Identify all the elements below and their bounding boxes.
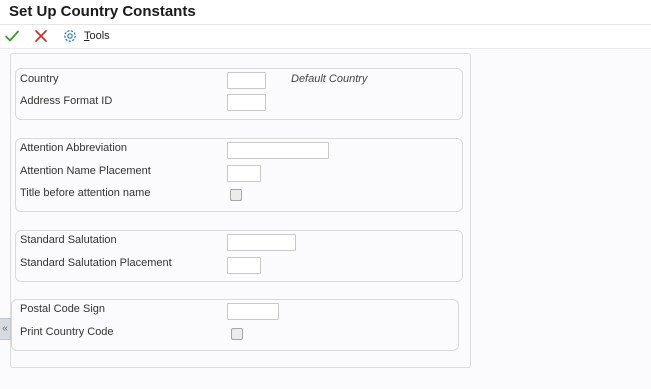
standard-salutation-placement-label: Standard Salutation Placement: [20, 257, 172, 269]
address-format-label: Address Format ID: [20, 95, 113, 107]
country-group: Country Default Country Address Format I…: [15, 68, 463, 120]
salutation-group: Standard Salutation Standard Salutation …: [15, 230, 463, 282]
postal-group: Postal Code Sign Print Country Code: [11, 299, 459, 351]
tools-button[interactable]: [62, 28, 78, 46]
country-label: Country: [20, 73, 59, 85]
attention-name-placement-label: Attention Name Placement: [20, 165, 151, 177]
page-title: Set Up Country Constants: [9, 3, 196, 20]
title-before-attention-label: Title before attention name: [20, 187, 151, 199]
default-country-note: Default Country: [291, 73, 368, 85]
sidebar-toggle[interactable]: «: [0, 318, 11, 340]
title-bar: Set Up Country Constants: [0, 0, 651, 25]
postal-code-sign-label: Postal Code Sign: [20, 303, 105, 315]
gear-icon: [64, 30, 76, 42]
standard-salutation-placement-field[interactable]: [227, 257, 261, 274]
form-content: Country Default Country Address Format I…: [0, 50, 651, 389]
tools-label-rest: ools: [89, 30, 110, 42]
postal-code-sign-field[interactable]: [227, 303, 279, 320]
toolbar: Tools: [0, 25, 651, 49]
address-format-field[interactable]: [227, 94, 266, 111]
double-chevron-left-icon: «: [2, 323, 8, 334]
title-before-attention-checkbox[interactable]: [230, 189, 242, 201]
standard-salutation-label: Standard Salutation: [20, 234, 117, 246]
form-panel: Country Default Country Address Format I…: [10, 53, 471, 368]
tools-label[interactable]: Tools: [84, 30, 110, 42]
attention-abbreviation-label: Attention Abbreviation: [20, 142, 128, 154]
standard-salutation-field[interactable]: [227, 234, 296, 251]
country-field[interactable]: [227, 72, 266, 89]
checkmark-icon: [5, 30, 19, 42]
ok-button[interactable]: [4, 28, 20, 46]
print-country-code-label: Print Country Code: [20, 326, 114, 338]
attention-abbreviation-field[interactable]: [227, 142, 329, 159]
cancel-button[interactable]: [33, 28, 49, 46]
attention-name-placement-field[interactable]: [227, 165, 261, 182]
x-icon: [35, 30, 47, 42]
print-country-code-checkbox[interactable]: [231, 328, 243, 340]
attention-group: Attention Abbreviation Attention Name Pl…: [15, 138, 463, 212]
